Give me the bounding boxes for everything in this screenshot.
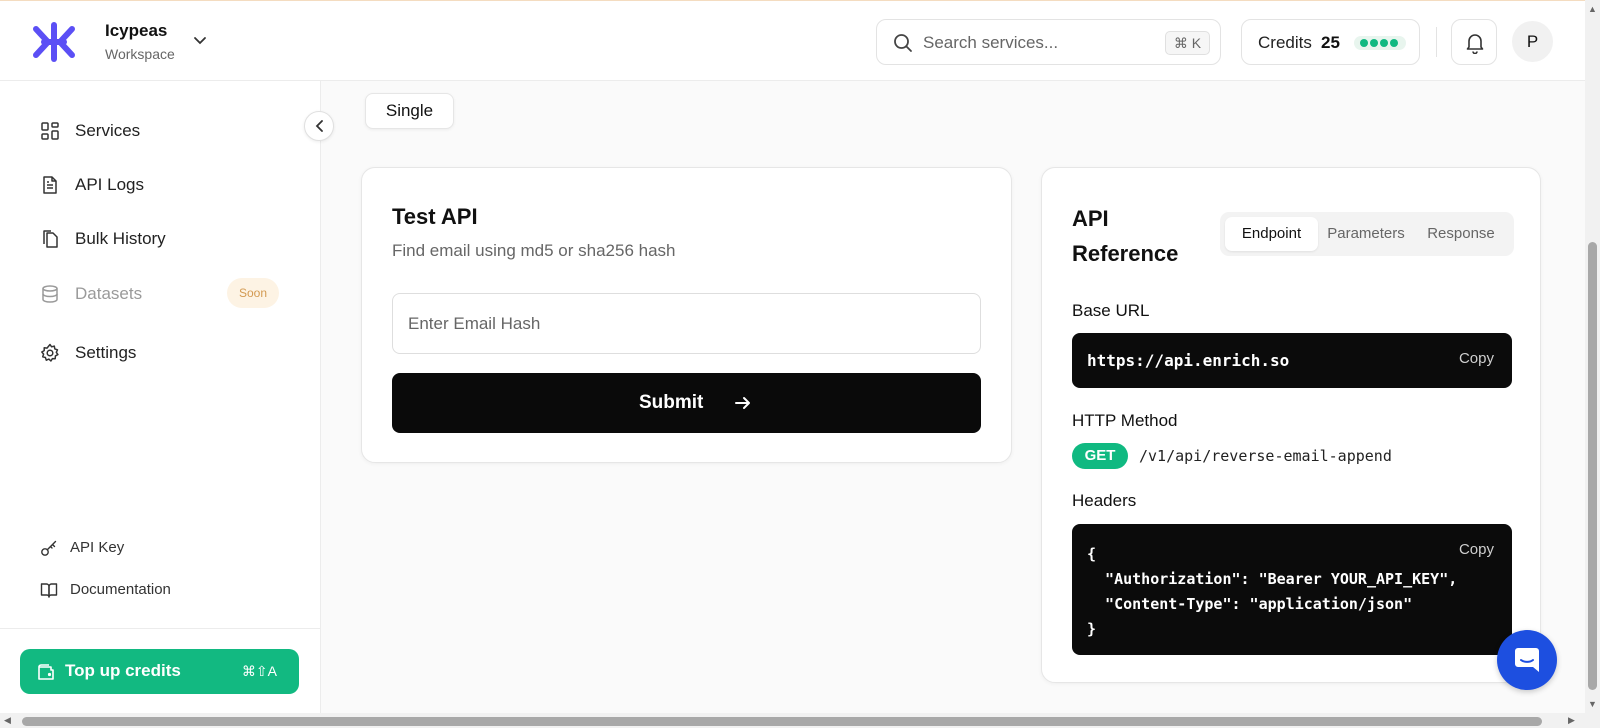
credits-indicator[interactable]: Credits 25 [1241, 19, 1420, 65]
chat-launcher-button[interactable] [1497, 630, 1557, 690]
tab-response[interactable]: Response [1416, 217, 1506, 251]
notifications-button[interactable] [1451, 19, 1497, 65]
headers-box: { "Authorization": "Bearer YOUR_API_KEY"… [1072, 524, 1512, 655]
http-method-badge: GET [1072, 443, 1128, 469]
file-text-icon [43, 176, 57, 194]
sidebar-item-label: API Logs [75, 175, 144, 194]
search-box[interactable]: Search services... ⌘ K [876, 19, 1221, 65]
submit-button[interactable]: Submit [392, 373, 981, 433]
horizontal-scrollbar[interactable]: ◀ ▶ [0, 713, 1585, 728]
scroll-up-arrow-icon[interactable]: ▲ [1588, 4, 1597, 14]
http-method-label: HTTP Method [1072, 411, 1178, 430]
key-icon [41, 540, 57, 556]
sidebar-item-label: Datasets [75, 284, 143, 303]
sidebar-item-api-logs[interactable]: API Logs [40, 171, 290, 199]
api-reference-card: API Reference Endpoint Parameters Respon… [1041, 167, 1541, 683]
workspace-name[interactable]: Icypeas [105, 21, 167, 41]
tab-endpoint[interactable]: Endpoint [1225, 217, 1318, 251]
endpoint-path: /v1/api/reverse-email-append [1139, 447, 1392, 465]
headers-code: { "Authorization": "Bearer YOUR_API_KEY"… [1087, 545, 1458, 638]
submit-label: Submit [639, 392, 704, 413]
search-icon [894, 34, 912, 52]
base-url-label: Base URL [1072, 301, 1150, 320]
scroll-left-arrow-icon[interactable]: ◀ [4, 715, 11, 726]
scroll-down-arrow-icon[interactable]: ▼ [1588, 699, 1597, 709]
files-icon [43, 230, 58, 248]
sidebar-item-bulk-history[interactable]: Bulk History [40, 225, 290, 253]
divider [0, 628, 321, 629]
chevron-left-icon [315, 120, 323, 132]
test-api-title: Test API [392, 204, 478, 229]
chevron-down-icon[interactable] [191, 31, 209, 49]
credits-value: 25 [1321, 33, 1340, 52]
credits-level [1354, 36, 1406, 50]
copy-headers-button[interactable]: Copy [1459, 541, 1494, 558]
sidebar-item-api-key[interactable]: API Key [40, 536, 290, 560]
wallet-icon [38, 664, 54, 680]
top-bar: Icypeas Workspace Search services... ⌘ K… [0, 0, 1600, 81]
test-api-card: Test API Find email using md5 or sha256 … [361, 167, 1012, 463]
sidebar-item-label: Settings [75, 343, 137, 362]
collapse-sidebar-button[interactable] [304, 111, 334, 141]
chat-icon [1515, 648, 1539, 672]
divider [1436, 27, 1437, 57]
avatar[interactable]: P [1512, 21, 1553, 62]
scrollbar-thumb[interactable] [1588, 242, 1597, 690]
gear-icon [41, 343, 59, 362]
top-up-shortcut: ⌘⇧A [241, 663, 277, 679]
search-shortcut: ⌘ K [1165, 31, 1210, 55]
workspace-subtitle[interactable]: Workspace [105, 46, 175, 62]
tab-parameters[interactable]: Parameters [1320, 217, 1412, 251]
sidebar-item-label: Bulk History [75, 229, 166, 248]
grid-icon [41, 122, 59, 140]
book-icon [40, 583, 58, 598]
test-api-subtitle: Find email using md5 or sha256 hash [392, 241, 676, 260]
sidebar-item-services[interactable]: Services [40, 117, 290, 145]
top-up-label: Top up credits [65, 661, 181, 680]
email-hash-input[interactable] [392, 293, 981, 354]
sidebar-item-settings[interactable]: Settings [40, 339, 290, 367]
copy-base-url-button[interactable]: Copy [1459, 350, 1494, 367]
brand-logo-icon[interactable] [30, 21, 78, 63]
scrollbar-thumb[interactable] [22, 717, 1542, 726]
sidebar-item-datasets: Datasets Soon [40, 278, 290, 310]
base-url-box: https://api.enrich.so Copy [1072, 333, 1512, 388]
soon-badge: Soon [227, 278, 279, 308]
search-placeholder[interactable]: Search services... [923, 33, 1058, 53]
sidebar-item-label: Documentation [70, 581, 171, 598]
reference-tabs: Endpoint Parameters Response [1220, 212, 1514, 256]
arrow-right-icon [735, 397, 750, 409]
base-url-value: https://api.enrich.so [1087, 351, 1290, 370]
credits-label: Credits [1258, 33, 1312, 52]
sidebar: Services API Logs Bulk History Datasets [0, 81, 321, 728]
database-icon [42, 285, 58, 303]
bell-icon [1466, 34, 1484, 54]
sidebar-item-documentation[interactable]: Documentation [40, 578, 290, 602]
api-reference-title: API Reference [1072, 206, 1179, 266]
sidebar-item-label: Services [75, 121, 141, 140]
top-up-credits-button[interactable]: Top up credits ⌘⇧A [20, 649, 299, 694]
sidebar-item-label: API Key [70, 539, 125, 556]
headers-label: Headers [1072, 491, 1137, 510]
tab-single[interactable]: Single [365, 93, 454, 129]
vertical-scrollbar[interactable]: ▲ ▼ [1585, 0, 1600, 728]
scroll-right-arrow-icon[interactable]: ▶ [1568, 715, 1575, 726]
